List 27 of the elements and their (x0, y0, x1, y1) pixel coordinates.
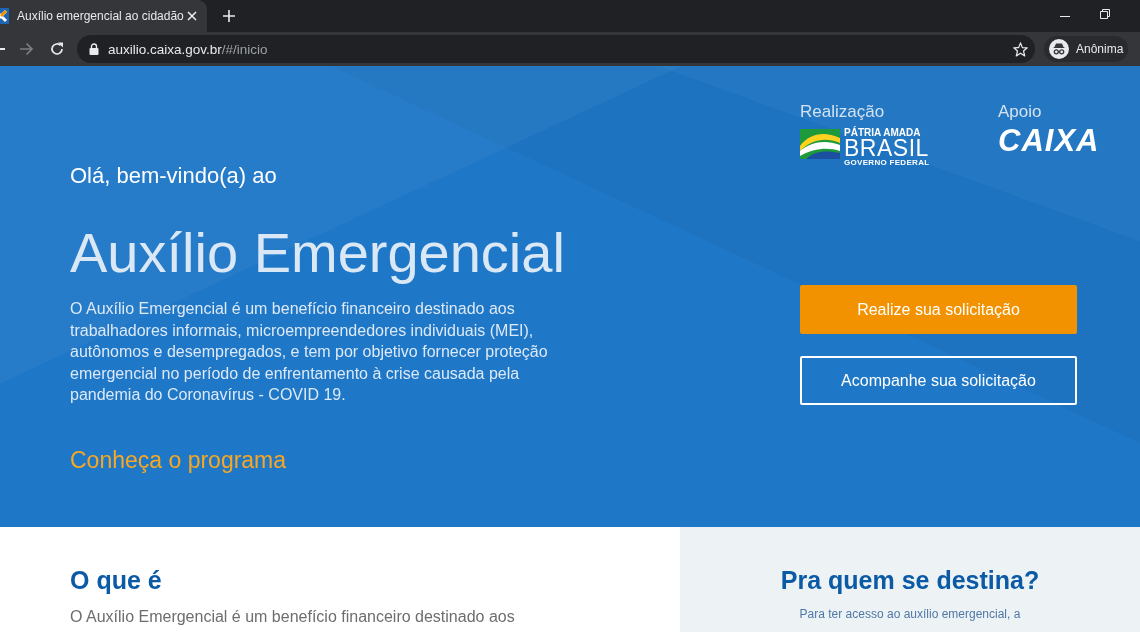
logo-text: PÁTRIA AMADA (844, 128, 921, 138)
profile-button[interactable]: Anônima (1044, 36, 1128, 62)
greeting-text: Olá, bem-vindo(a) ao (70, 162, 277, 190)
logo-text: BRASIL (844, 138, 929, 158)
restore-icon[interactable] (1100, 9, 1110, 19)
lock-icon (89, 43, 99, 55)
sponsor-caption: Realização (800, 102, 885, 122)
favicon-icon (0, 8, 9, 24)
page-title: Auxílio Emergencial (70, 222, 565, 284)
section-text: O Auxílio Emergencial é um benefício financeiro destinado aos (70, 607, 515, 627)
flag-emblem-icon (800, 129, 840, 159)
reload-icon[interactable] (50, 42, 64, 56)
star-icon[interactable] (1013, 41, 1028, 57)
section-text: Para ter acesso ao auxílio emergencial, a (799, 607, 1021, 622)
incognito-icon (1049, 39, 1069, 59)
sponsor-caption: Apoio (998, 102, 1042, 122)
plus-icon[interactable] (223, 10, 235, 22)
intro-paragraph: O Auxílio Emergencial é um benefício financeiro destinado aos trabalhadores informais, microempreendedores individuais (MEI), autônomos e desempregados, e tem por objetivo fornecer proteção emergencial no período de enfrentamento à crise causada pela pandemia do Coronavírus - COVID 19. (70, 299, 549, 405)
track-request-button[interactable]: Acompanhe sua solicitação (800, 356, 1077, 405)
section-heading: Pra quem se destina? (780, 565, 1040, 595)
minimize-icon[interactable] (1060, 15, 1070, 17)
section-heading: O que é (70, 565, 162, 595)
logo-text: GOVERNO FEDERAL (844, 158, 930, 167)
address-bar[interactable]: auxilio.caixa.gov.br/#/inicio (77, 35, 1035, 63)
close-icon[interactable] (187, 11, 197, 21)
browser-tab[interactable]: Auxílio emergencial ao cidadão (0, 0, 207, 32)
wordmark-logo: CAIXA (998, 124, 1100, 158)
